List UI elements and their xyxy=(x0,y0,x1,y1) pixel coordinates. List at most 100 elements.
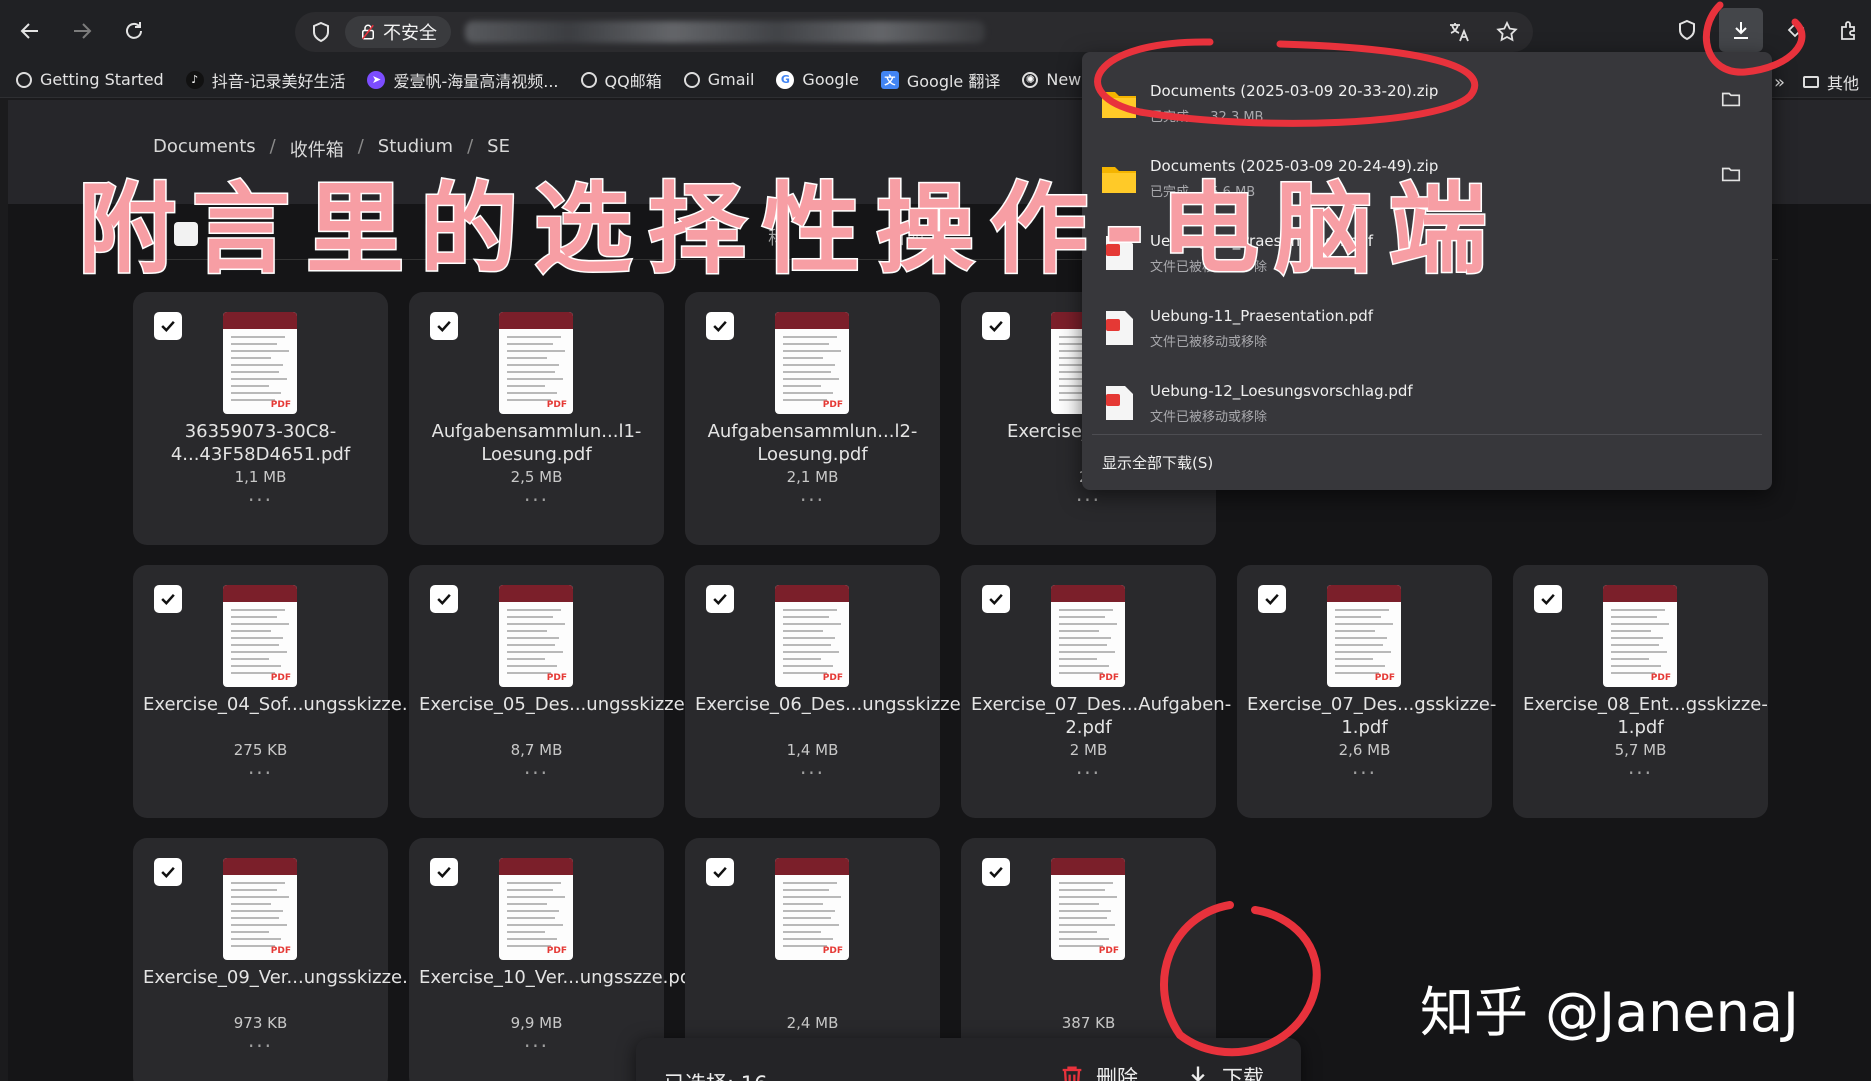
more-options-button[interactable]: ··· xyxy=(1237,761,1492,785)
more-options-button[interactable]: ··· xyxy=(685,761,940,785)
more-options-button[interactable]: ··· xyxy=(961,761,1216,785)
pdf-thumbnail: PDF xyxy=(1327,585,1401,687)
security-indicator[interactable]: 不安全 xyxy=(345,16,451,48)
download-file-name: Uebung-11_Praesentation.pdf xyxy=(1150,307,1374,325)
file-checkbox[interactable] xyxy=(154,312,182,340)
file-size: 387 KB xyxy=(1061,1014,1116,1032)
file-checkbox[interactable] xyxy=(706,585,734,613)
more-options-button[interactable]: ··· xyxy=(133,1034,388,1058)
file-card[interactable]: PDF Exercise_07_Des...gsskizze-1.pdf 2,6… xyxy=(1237,565,1497,818)
download-item[interactable]: Uebung-11_Praesentation.pdf 文件已被移动或移除 xyxy=(1100,291,1760,363)
download-file-name: Documents (2025-03-09 20-33-20).zip xyxy=(1150,82,1439,100)
file-card[interactable]: PDF 36359073-30C8-4...43F58D4651.pdf 1,1… xyxy=(133,292,388,545)
thumbnail-header-band xyxy=(1327,585,1401,602)
google-icon: G xyxy=(776,70,795,89)
checkmark-icon xyxy=(437,593,451,605)
forward-button[interactable] xyxy=(60,9,104,53)
pdf-badge: PDF xyxy=(822,400,843,410)
extension-shield-button[interactable] xyxy=(1665,8,1709,52)
pdf-badge: PDF xyxy=(1098,673,1119,683)
file-card[interactable]: PDF Aufgabensammlun...l2-Loesung.pdf 2,1… xyxy=(685,292,940,545)
file-name: Exercise_07_Des...gsskizze-1.pdf xyxy=(1247,694,1497,738)
file-checkbox[interactable] xyxy=(430,312,458,340)
reload-button[interactable] xyxy=(112,9,156,53)
bookmark-google[interactable]: G Google xyxy=(776,70,859,89)
shield-icon xyxy=(1679,19,1695,41)
bookmark-gmail[interactable]: Gmail xyxy=(683,70,754,89)
thumbnail-header-band xyxy=(1603,585,1677,602)
file-card[interactable]: PDF Exercise_05_Des...ungsskizze.pdf 8,7… xyxy=(409,565,720,818)
thumbnail-header-band xyxy=(775,585,849,602)
extensions-puzzle-button[interactable] xyxy=(1827,8,1871,52)
file-size: 2,5 MB xyxy=(510,468,563,486)
douyin-icon: ♪ xyxy=(185,70,204,89)
thumbnail-header-band xyxy=(499,585,573,602)
bookmark-getting-started[interactable]: Getting Started xyxy=(16,70,164,89)
file-checkbox[interactable] xyxy=(430,585,458,613)
more-options-button[interactable]: ··· xyxy=(409,1034,664,1058)
more-options-button[interactable]: ··· xyxy=(409,761,664,785)
checkmark-icon xyxy=(161,593,175,605)
star-icon[interactable] xyxy=(1495,20,1519,44)
file-card[interactable]: PDF Exercise_06_Des...ungsskizze.pdf 1,4… xyxy=(685,565,996,818)
more-options-button[interactable]: ··· xyxy=(133,488,388,512)
rocket-icon: ➤ xyxy=(367,70,386,89)
downloads-button[interactable] xyxy=(1719,8,1763,52)
checkmark-icon xyxy=(713,320,727,332)
bookmark-douyin[interactable]: ♪ 抖音-记录美好生活 xyxy=(185,68,345,92)
more-options-button[interactable]: ··· xyxy=(409,488,664,512)
file-card[interactable]: PDF Aufgabensammlun...l1-Loesung.pdf 2,5… xyxy=(409,292,664,545)
delete-button[interactable]: 删除 xyxy=(1058,1062,1138,1081)
chevron-double-right-icon[interactable]: » xyxy=(1774,72,1785,93)
file-name: Exercise_04_Sof...ungsskizze.pdf xyxy=(143,694,437,715)
file-checkbox[interactable] xyxy=(982,585,1010,613)
pdf-thumbnail: PDF xyxy=(499,312,573,414)
file-card[interactable]: PDF Exercise_07_Des...Aufgaben-2.pdf 2 M… xyxy=(961,565,1231,818)
address-bar[interactable]: 不安全 xyxy=(295,12,1533,52)
file-size: 2,1 MB xyxy=(786,468,839,486)
translate-icon[interactable] xyxy=(1447,20,1471,44)
more-options-button[interactable]: ··· xyxy=(133,761,388,785)
download-button[interactable]: 下载 xyxy=(1184,1062,1264,1081)
more-options-button[interactable]: ··· xyxy=(961,488,1216,512)
pdf-thumbnail: PDF xyxy=(223,585,297,687)
bookmark-google-translate[interactable]: 文 Google 翻译 xyxy=(880,68,1000,92)
file-checkbox[interactable] xyxy=(706,312,734,340)
file-checkbox[interactable] xyxy=(982,858,1010,886)
shield-icon[interactable] xyxy=(309,20,333,44)
checkmark-icon xyxy=(713,866,727,878)
file-checkbox[interactable] xyxy=(1258,585,1286,613)
url-text-blurred[interactable] xyxy=(465,21,985,43)
more-options-button[interactable]: ··· xyxy=(1513,761,1768,785)
extension-button[interactable] xyxy=(1773,8,1817,52)
file-card[interactable]: PDF Exercise_04_Sof...ungsskizze.pdf 275… xyxy=(133,565,437,818)
show-in-folder-icon[interactable] xyxy=(1720,163,1742,185)
bookmark-iyf[interactable]: ➤ 爱壹帆-海量高清视频... xyxy=(367,68,559,92)
file-checkbox[interactable] xyxy=(154,858,182,886)
file-checkbox[interactable] xyxy=(1534,585,1562,613)
download-item[interactable]: Documents (2025-03-09 20-33-20).zip 已完成 … xyxy=(1100,66,1760,138)
pdf-thumbnail: PDF xyxy=(499,585,573,687)
file-checkbox[interactable] xyxy=(982,312,1010,340)
more-options-button[interactable]: ··· xyxy=(685,488,940,512)
file-size: 5,7 MB xyxy=(1614,741,1667,759)
file-card[interactable]: PDF Exercise_09_Ver...ungsskizze.pdf 973… xyxy=(133,838,437,1081)
file-checkbox[interactable] xyxy=(430,858,458,886)
bookmark-qqmail[interactable]: QQ邮箱 xyxy=(580,68,662,92)
overlay-title: 附言里的选择性操作-电脑端 xyxy=(77,172,1503,289)
download-item[interactable]: Uebung-12_Loesungsvorschlag.pdf 文件已被移动或移… xyxy=(1100,366,1760,438)
file-checkbox[interactable] xyxy=(154,585,182,613)
show-all-downloads[interactable]: 显示全部下载(S) xyxy=(1102,452,1213,473)
show-in-folder-icon[interactable] xyxy=(1720,88,1742,110)
file-card[interactable]: PDF Exercise_08_Ent...gsskizze-1.pdf 5,7… xyxy=(1513,565,1768,818)
file-checkbox[interactable] xyxy=(706,858,734,886)
other-bookmarks[interactable]: 其他 xyxy=(1802,70,1859,94)
file-name: Exercise_10_Ver...ungsszze.pdf xyxy=(419,967,698,988)
file-size: 2,4 MB xyxy=(786,1014,839,1032)
back-button[interactable] xyxy=(8,9,52,53)
checkmark-icon xyxy=(1265,593,1279,605)
brush-icon xyxy=(1787,20,1805,38)
file-card[interactable]: PDF Exercise_10_Ver...ungsszze.pdf 9,9 M… xyxy=(409,838,698,1081)
thumbnail-header-band xyxy=(223,585,297,602)
file-name: 36359073-30C8-4...43F58D4651.pdf xyxy=(170,421,351,465)
